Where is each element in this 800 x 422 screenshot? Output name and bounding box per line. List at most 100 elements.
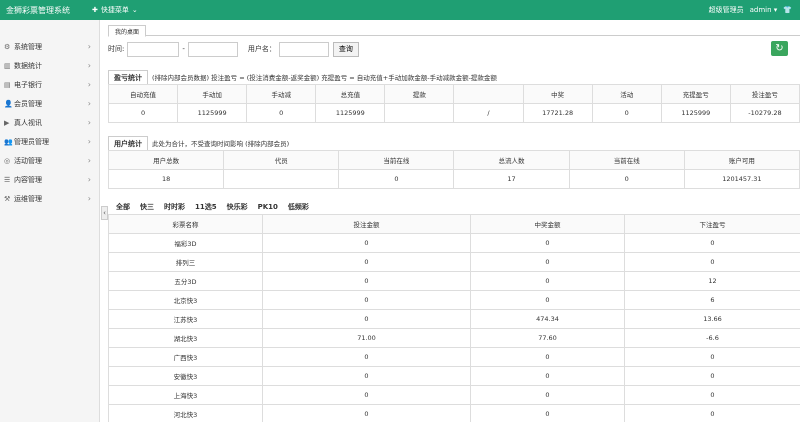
user-header: 当前在线	[338, 150, 455, 170]
profit-header: 活动	[591, 84, 662, 104]
table-row: 五分3D 0 0 12	[108, 271, 800, 291]
sidebar-item-label: 活动管理	[14, 156, 42, 165]
lottery-cell-profit: 0	[624, 252, 800, 272]
profit-header: 总充值	[315, 84, 386, 104]
lottery-cell-win: 0	[470, 252, 625, 272]
profit-header: 自动充值	[107, 84, 179, 104]
end-time-input[interactable]	[187, 41, 238, 57]
gift-icon: ◎	[4, 156, 11, 165]
lottery-cell-bet: 0	[262, 404, 471, 422]
lottery-cell-profit: 0	[624, 385, 800, 405]
lottery-cell-win: 0	[470, 271, 625, 291]
user-table: 用户总数 代员 当前在线 总流人数 当前在线 账户可用 18 0 17 0 1201457.31	[107, 150, 800, 189]
start-time-input[interactable]	[127, 41, 180, 57]
sidebar-item-0[interactable]: ⚙ 系统管理 ›	[0, 37, 99, 56]
table-row: 河北快3 0 0 0	[108, 404, 800, 422]
document-icon: ☰	[4, 175, 11, 184]
chevron-right-icon: ›	[87, 137, 91, 146]
lottery-tab-4[interactable]: 快乐彩	[227, 202, 248, 212]
sidebar-item-label: 数据统计	[14, 61, 42, 70]
profit-value: 1125999	[177, 103, 248, 123]
sidebar-item-label: 电子银行	[14, 80, 42, 89]
quick-menu[interactable]: ✚ 快捷菜单 ⌄	[92, 5, 138, 15]
time-label: 时间:	[108, 45, 125, 53]
lottery-cell-name: 北京快3	[108, 290, 263, 310]
chevron-right-icon: ›	[87, 118, 91, 127]
profit-value: 17721.28	[522, 103, 593, 123]
username-input[interactable]	[278, 41, 329, 57]
sidebar-item-3[interactable]: 👤 会员管理 ›	[0, 94, 99, 113]
lottery-cell-bet: 0	[262, 290, 471, 310]
sidebar-item-7[interactable]: ☰ 内容管理 ›	[0, 170, 99, 189]
lottery-cell-bet: 71.00	[262, 328, 471, 348]
chevron-right-icon: ›	[87, 99, 91, 108]
table-row: 湖北快3 71.00 77.60 -6.6	[108, 328, 800, 348]
chevron-down-icon: ⌄	[131, 6, 138, 14]
sidebar-item-label: 内容管理	[14, 175, 42, 184]
lottery-table: 彩票名称 投注金额 中奖金额 下注盈亏 福彩3D 0 0 0 排列三 0 0 0 五分3D 0 0 12 北京…	[108, 214, 800, 422]
tab-desk[interactable]: 我的桌面	[108, 25, 146, 37]
profit-note: (排除内部会员数据) 投注盈亏 = (投注消费金额-返奖金额) 充提盈亏 = 自…	[152, 74, 497, 82]
lottery-cell-name: 广西快3	[108, 347, 263, 367]
lottery-tab-5[interactable]: PK10	[258, 203, 278, 211]
profit-value: 1125999	[660, 103, 731, 123]
users-icon: 👤	[4, 99, 13, 108]
gear-icon: ⚙	[4, 42, 11, 51]
user-header: 当前在线	[568, 150, 685, 170]
lottery-cell-win: 0	[470, 366, 625, 386]
profit-header: 中奖	[522, 84, 593, 104]
lottery-cell-profit: -6.6	[624, 328, 800, 348]
lottery-cell-profit: 0	[624, 404, 800, 422]
profit-header: 投注盈亏	[729, 84, 800, 104]
user-menu[interactable]: admin ▾	[750, 6, 778, 14]
user-note: 此处为合计，不受查询时间影响 (排除内部会员)	[152, 140, 290, 148]
sidebar-item-2[interactable]: ▤ 电子银行 ›	[0, 75, 99, 94]
lottery-cell-win: 0	[470, 233, 625, 253]
table-row: 安徽快3 0 0 0	[108, 366, 800, 386]
user-value: 0	[338, 169, 455, 189]
refresh-button[interactable]: ↻	[771, 41, 788, 56]
lottery-cell-win: 0	[470, 404, 625, 422]
sidebar-item-5[interactable]: 👥 管理员管理 ›	[0, 132, 99, 151]
lottery-tab-6[interactable]: 低频彩	[288, 202, 309, 212]
lottery-cell-profit: 12	[624, 271, 800, 291]
profit-header	[453, 84, 524, 104]
lottery-cell-name: 湖北快3	[108, 328, 263, 348]
user-header: 账户可用	[683, 150, 800, 170]
quick-menu-label: 快捷菜单	[100, 6, 129, 14]
sidebar-item-label: 运维管理	[14, 194, 42, 203]
sidebar-item-label: 真人视讯	[14, 118, 42, 127]
username-label: 用户名：	[247, 45, 276, 53]
table-row: 江苏快3 0 474.34 13.66	[108, 309, 800, 329]
collapse-sidebar-button[interactable]: ‹	[101, 206, 108, 220]
lottery-tab-0[interactable]: 全部	[116, 202, 130, 212]
tab-bar: 我的桌面	[108, 20, 800, 37]
table-row: 上海快3 0 0 0	[108, 385, 800, 405]
lottery-cell-bet: 0	[262, 385, 471, 405]
profit-value	[384, 103, 455, 123]
profit-header: 提款	[384, 84, 455, 104]
lottery-cell-name: 五分3D	[108, 271, 263, 291]
profit-section: 盈亏统计 (排除内部会员数据) 投注盈亏 = (投注消费金额-返奖金额) 充提盈…	[107, 70, 800, 123]
table-row: 北京快3 0 0 6	[108, 290, 800, 310]
sidebar-item-4[interactable]: ▶ 真人视讯 ›	[0, 113, 99, 132]
table-row: 福彩3D 0 0 0	[108, 233, 800, 253]
lottery-cell-win: 0	[470, 347, 625, 367]
lottery-tab-2[interactable]: 时时彩	[164, 202, 185, 212]
sidebar-item-6[interactable]: ◎ 活动管理 ›	[0, 151, 99, 170]
chevron-right-icon: ›	[87, 42, 91, 51]
lottery-cell-profit: 6	[624, 290, 800, 310]
sidebar-item-1[interactable]: ▥ 数据统计 ›	[0, 56, 99, 75]
filter-bar: 时间: - 用户名： 查询	[108, 40, 800, 58]
chart-icon: ▥	[4, 61, 11, 70]
lottery-header: 彩票名称	[108, 214, 263, 234]
table-row: 排列三 0 0 0	[108, 252, 800, 272]
sidebar-item-8[interactable]: ⚒ 运维管理 ›	[0, 189, 99, 208]
top-bar: 金狮彩票管理系统 ✚ 快捷菜单 ⌄ 超级管理员 admin ▾ 👕	[0, 0, 800, 20]
search-button[interactable]: 查询	[332, 41, 359, 57]
theme-icon[interactable]: 👕	[783, 6, 792, 14]
lottery-tab-1[interactable]: 快三	[140, 202, 154, 212]
lottery-tab-3[interactable]: 11选5	[195, 202, 217, 212]
sidebar: ⚙ 系统管理 › ▥ 数据统计 › ▤ 电子银行 › 👤 会员管理 › ▶ 真人视讯 › 👥 管理员管理 › ◎ 活动…	[0, 20, 100, 422]
lottery-cell-name: 安徽快3	[108, 366, 263, 386]
